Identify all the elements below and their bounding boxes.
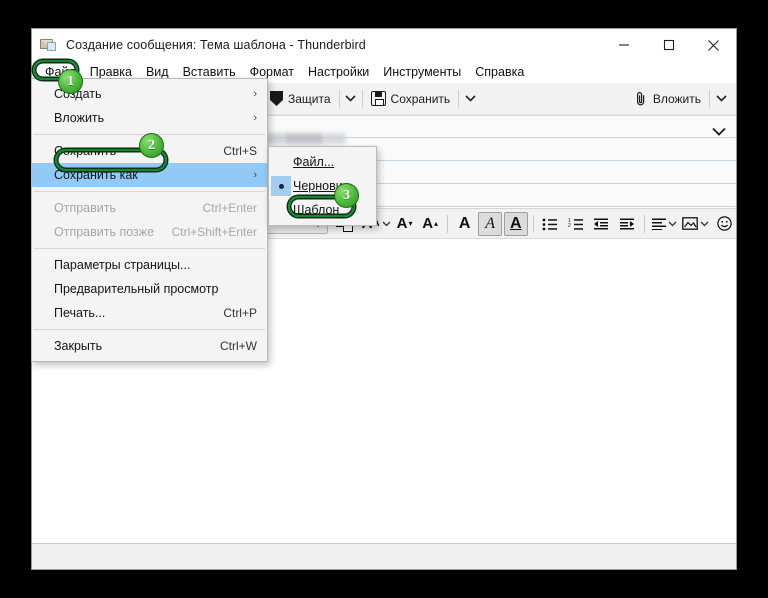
numbered-list-button[interactable]: 12	[564, 212, 588, 236]
menu-item-label: Отправить	[54, 201, 116, 215]
menu-item-close[interactable]: Закрыть Ctrl+W	[32, 334, 267, 358]
increase-font-size-button[interactable]: A ▴	[418, 212, 442, 236]
italic-button[interactable]: A	[478, 211, 502, 236]
minimize-button[interactable]	[601, 29, 646, 61]
radio-selected-icon	[271, 176, 291, 196]
title-bar: Создание сообщения: Тема шаблона - Thund…	[32, 29, 736, 61]
file-dropdown-menu: Создать › Вложить › Сохранить Ctrl+S Сох…	[31, 78, 268, 362]
menu-item-send: Отправить Ctrl+Enter	[32, 196, 267, 220]
maximize-button[interactable]	[646, 29, 691, 61]
format-divider	[643, 214, 645, 233]
menu-format-label: Формат	[249, 65, 294, 79]
menu-tools[interactable]: Инструменты	[376, 63, 468, 81]
menu-item-shortcut: Ctrl+P	[223, 306, 257, 320]
toolbar-divider	[338, 89, 340, 108]
menu-separator	[34, 191, 265, 192]
menu-item-label: Создать	[54, 87, 102, 101]
format-divider	[532, 214, 534, 233]
window-controls	[601, 29, 736, 61]
decrease-font-size-button[interactable]: A ▾	[393, 212, 417, 236]
menu-insert-label: Вставить	[182, 65, 236, 79]
insert-smiley-button[interactable]	[713, 212, 737, 236]
status-bar	[32, 543, 736, 569]
close-button[interactable]	[691, 29, 736, 61]
submenu-arrow-icon: ›	[253, 112, 257, 124]
menu-item-shortcut: Ctrl+W	[220, 339, 257, 353]
increase-indent-button[interactable]	[615, 212, 639, 236]
decrease-indent-button[interactable]	[590, 212, 614, 236]
menu-item-label: Параметры страницы...	[54, 258, 191, 272]
save-as-submenu: Файл... Черновик Шаблон	[268, 146, 377, 226]
menu-item-label: Сохранить как	[54, 168, 138, 182]
step-badge-3: 3	[334, 183, 359, 208]
save-dropdown-caret[interactable]	[461, 87, 479, 111]
menu-edit-label: Правка	[89, 65, 132, 79]
format-divider	[446, 214, 448, 233]
protect-button[interactable]: Защита	[264, 88, 337, 109]
save-button[interactable]: Сохранить	[365, 88, 457, 109]
menu-item-attach[interactable]: Вложить ›	[32, 106, 267, 130]
menu-item-shortcut: Ctrl+Shift+Enter	[171, 225, 257, 239]
align-menu-button[interactable]	[650, 212, 679, 236]
compose-message-icon	[40, 37, 57, 52]
address-expand-caret[interactable]	[712, 123, 726, 141]
paperclip-icon	[634, 91, 648, 107]
submenu-item-template[interactable]: Шаблон	[269, 198, 376, 222]
submenu-item-draft[interactable]: Черновик	[269, 174, 376, 198]
menu-tools-label: Инструменты	[383, 65, 462, 79]
bulleted-list-button[interactable]	[539, 212, 563, 236]
submenu-item-file[interactable]: Файл...	[269, 150, 376, 174]
submenu-arrow-icon: ›	[253, 169, 257, 181]
toolbar-divider	[709, 89, 710, 108]
window-title: Создание сообщения: Тема шаблона - Thund…	[66, 37, 366, 52]
submenu-arrow-icon: ›	[253, 88, 257, 100]
menu-separator	[34, 248, 265, 249]
menu-settings[interactable]: Настройки	[301, 63, 376, 81]
menu-item-label: Закрыть	[54, 339, 103, 353]
menu-item-print[interactable]: Печать... Ctrl+P	[32, 301, 267, 325]
protect-dropdown-caret[interactable]	[342, 87, 360, 111]
menu-item-label: Отправить позже	[54, 225, 155, 239]
menu-help[interactable]: Справка	[468, 63, 531, 81]
save-icon	[370, 91, 386, 106]
menu-item-save-as[interactable]: Сохранить как ›	[32, 163, 267, 187]
menu-view-label: Вид	[145, 65, 169, 79]
menu-item-send-later: Отправить позже Ctrl+Shift+Enter	[32, 220, 267, 244]
save-button-label: Сохранить	[390, 91, 451, 106]
step-badge-1: 1	[58, 69, 83, 94]
protect-button-label: Защита	[288, 91, 331, 106]
menu-item-print-preview[interactable]: Предварительный просмотр	[32, 277, 267, 301]
menu-help-label: Справка	[475, 65, 525, 79]
toolbar-divider	[361, 89, 363, 108]
underline-button[interactable]: A	[503, 211, 528, 236]
menu-item-label: Предварительный просмотр	[54, 282, 219, 296]
insert-image-menu-button[interactable]	[681, 212, 710, 236]
menu-item-label: Печать...	[54, 306, 106, 320]
menu-item-shortcut: Ctrl+Enter	[202, 201, 257, 215]
menu-settings-label: Настройки	[308, 65, 370, 79]
menu-separator	[34, 329, 265, 330]
attach-button-label: Вложить	[652, 91, 701, 106]
svg-text:2: 2	[568, 223, 571, 229]
menu-item-shortcut: Ctrl+S	[223, 144, 257, 158]
bold-button[interactable]: A	[453, 212, 477, 236]
step-badge-2: 2	[139, 133, 164, 158]
submenu-item-label: Шаблон	[293, 203, 340, 217]
toolbar-divider	[458, 89, 460, 108]
attach-button[interactable]: Вложить	[628, 88, 707, 110]
menu-item-page-setup[interactable]: Параметры страницы...	[32, 253, 267, 277]
submenu-item-label: Файл...	[293, 155, 335, 169]
menu-item-label: Вложить	[54, 111, 105, 125]
menu-item-label: Сохранить	[54, 144, 117, 158]
attach-dropdown-caret[interactable]	[712, 87, 730, 111]
shield-icon	[270, 91, 283, 106]
